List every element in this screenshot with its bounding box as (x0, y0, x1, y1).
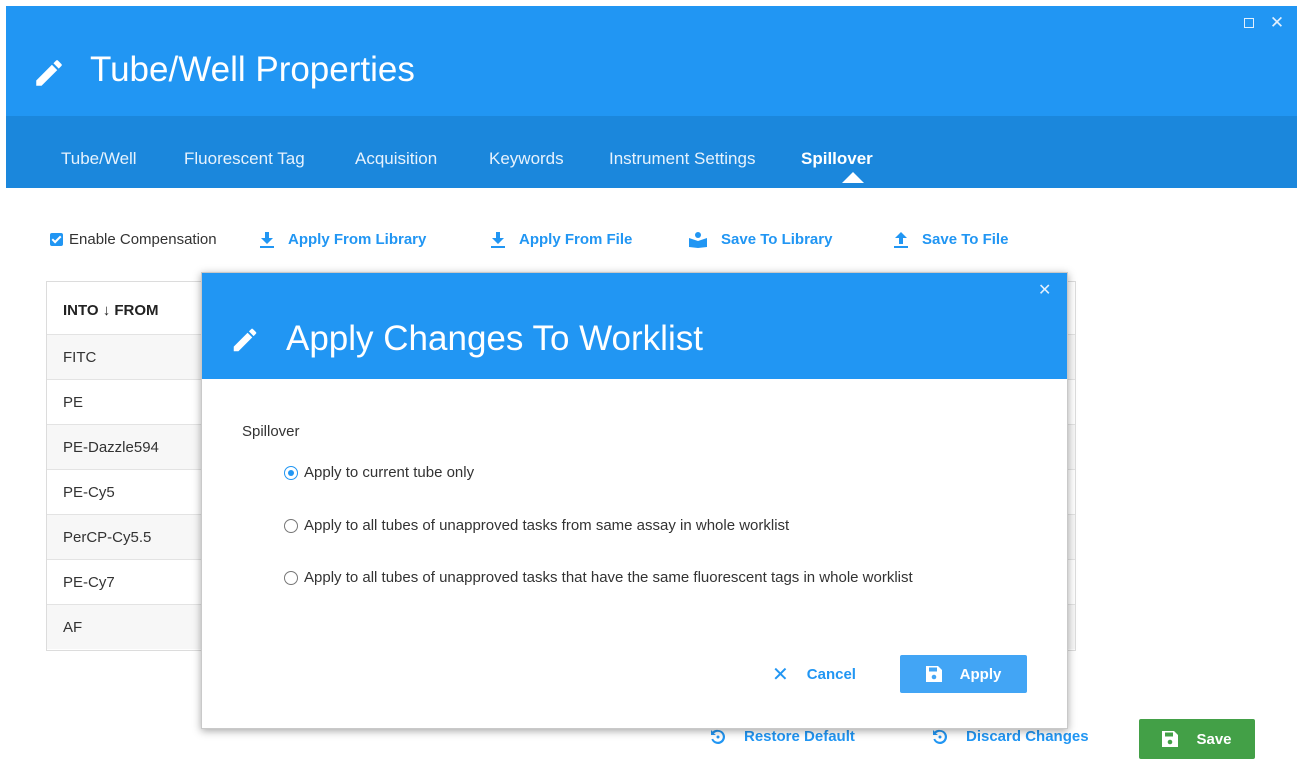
save-label: Save (1196, 730, 1232, 748)
option-same-tags-radio[interactable]: Apply to all tubes of unapproved tasks t… (284, 569, 913, 586)
tab-tube-well[interactable]: Tube/Well (61, 149, 137, 169)
tab-bar: Tube/Well Fluorescent Tag Acquisition Ke… (6, 116, 1297, 188)
discard-changes-button[interactable]: Discard Changes (932, 728, 1089, 745)
radio-unselected-icon (284, 518, 298, 533)
tab-keywords[interactable]: Keywords (489, 149, 564, 169)
tube-well-properties-window: Tube/Well Properties ✕ Tube/Well Fluores… (6, 6, 1297, 764)
save-button[interactable]: Save (1139, 719, 1255, 759)
tab-fluorescent-tag[interactable]: Fluorescent Tag (184, 149, 305, 169)
option-label: Apply to all tubes of unapproved tasks f… (304, 517, 790, 534)
option-label: Apply to all tubes of unapproved tasks t… (304, 569, 913, 586)
enable-compensation-label: Enable Compensation (69, 231, 217, 248)
tab-instrument-settings[interactable]: Instrument Settings (609, 149, 755, 169)
maximize-icon[interactable] (1240, 14, 1258, 32)
row-label: AF (63, 619, 83, 636)
window-header: Tube/Well Properties ✕ (6, 6, 1297, 116)
apply-from-library-label: Apply From Library (288, 231, 427, 248)
download-icon (260, 231, 274, 248)
apply-label: Apply (959, 665, 1002, 683)
option-label: Apply to current tube only (304, 464, 475, 481)
save-to-library-button[interactable]: Save To Library (689, 231, 832, 248)
radio-selected-icon (284, 465, 298, 480)
apply-from-file-label: Apply From File (519, 231, 633, 248)
apply-from-file-button[interactable]: Apply From File (491, 231, 632, 248)
option-same-assay-radio[interactable]: Apply to all tubes of unapproved tasks f… (284, 517, 789, 534)
row-label: FITC (63, 349, 97, 366)
restore-icon (933, 729, 948, 744)
close-icon[interactable]: ✕ (1038, 280, 1051, 300)
download-icon (491, 231, 505, 248)
save-to-file-button[interactable]: Save To File (894, 231, 1008, 248)
pencil-icon (36, 60, 62, 86)
upload-icon (894, 231, 908, 248)
close-icon[interactable]: ✕ (1268, 14, 1286, 32)
apply-from-library-button[interactable]: Apply From Library (260, 231, 426, 248)
discard-changes-label: Discard Changes (966, 728, 1089, 745)
tab-acquisition[interactable]: Acquisition (355, 149, 437, 169)
spillover-toolbar: Enable Compensation Apply From Library A… (46, 231, 1046, 253)
pencil-icon (233, 328, 257, 352)
row-label: PerCP-Cy5.5 (63, 529, 152, 546)
row-label: PE-Cy7 (63, 574, 115, 591)
table-header-into-from: INTO ↓ FROM (63, 302, 159, 319)
save-to-file-label: Save To File (922, 231, 1009, 248)
row-label: PE-Cy5 (63, 484, 115, 501)
cancel-label: Cancel (806, 666, 856, 683)
spillover-section-label: Spillover (242, 423, 300, 440)
radio-unselected-icon (284, 570, 298, 585)
save-to-library-label: Save To Library (721, 231, 833, 248)
library-book-icon (689, 231, 707, 248)
enable-compensation-checkbox[interactable]: Enable Compensation (50, 231, 217, 248)
cancel-button[interactable]: ✕ Cancel (772, 662, 856, 687)
active-tab-indicator (842, 172, 864, 183)
floppy-disk-icon (925, 666, 942, 682)
row-label: PE (63, 394, 84, 411)
restore-default-label: Restore Default (744, 728, 855, 745)
apply-button[interactable]: Apply (900, 655, 1027, 693)
tab-spillover[interactable]: Spillover (801, 149, 873, 169)
apply-changes-dialog: Apply Changes To Worklist ✕ Spillover Ap… (201, 272, 1068, 729)
dialog-header: Apply Changes To Worklist ✕ (202, 273, 1067, 379)
restore-default-button[interactable]: Restore Default (710, 728, 855, 745)
option-current-tube-radio[interactable]: Apply to current tube only (284, 464, 474, 481)
window-title: Tube/Well Properties (90, 50, 415, 89)
checkbox-checked-icon (50, 233, 63, 246)
close-icon: ✕ (772, 664, 789, 686)
restore-icon (711, 729, 726, 744)
dialog-title: Apply Changes To Worklist (286, 319, 703, 358)
floppy-disk-icon (1162, 731, 1179, 747)
row-label: PE-Dazzle594 (63, 439, 159, 456)
